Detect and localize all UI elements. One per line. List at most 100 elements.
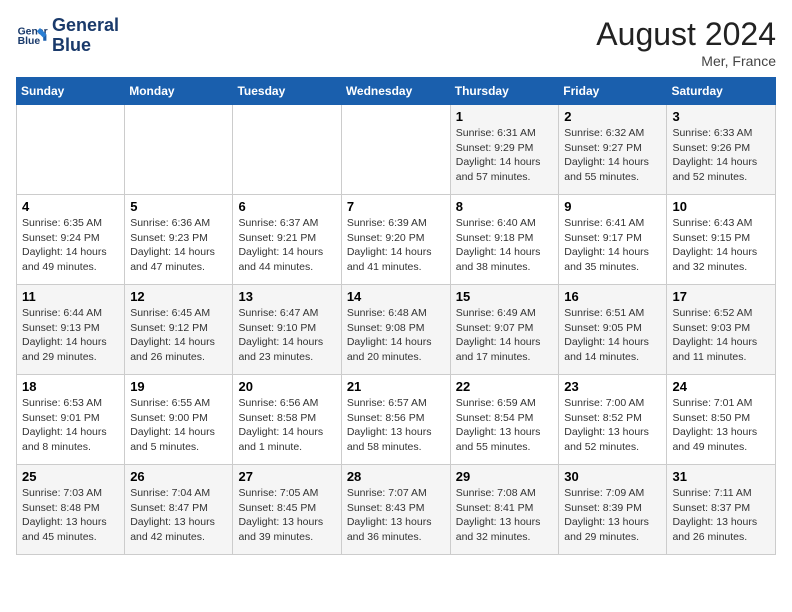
calendar-cell: 8 Sunrise: 6:40 AM Sunset: 9:18 PM Daylig… (450, 195, 559, 285)
day-detail: Sunrise: 6:32 AM Sunset: 9:27 PM Dayligh… (564, 126, 661, 185)
day-number: 14 (347, 289, 445, 304)
calendar-cell: 16 Sunrise: 6:51 AM Sunset: 9:05 PM Dayli… (559, 285, 667, 375)
day-detail: Sunrise: 6:43 AM Sunset: 9:15 PM Dayligh… (672, 216, 770, 275)
calendar-cell: 28 Sunrise: 7:07 AM Sunset: 8:43 PM Dayli… (341, 465, 450, 555)
day-number: 22 (456, 379, 554, 394)
calendar-cell: 1 Sunrise: 6:31 AM Sunset: 9:29 PM Daylig… (450, 105, 559, 195)
day-header-thursday: Thursday (450, 78, 559, 105)
calendar-cell: 29 Sunrise: 7:08 AM Sunset: 8:41 PM Dayli… (450, 465, 559, 555)
calendar-cell: 5 Sunrise: 6:36 AM Sunset: 9:23 PM Daylig… (125, 195, 233, 285)
day-header-saturday: Saturday (667, 78, 776, 105)
day-detail: Sunrise: 6:33 AM Sunset: 9:26 PM Dayligh… (672, 126, 770, 185)
calendar-cell: 19Sunrise: 6:55 AM Sunset: 9:00 PM Dayli… (125, 375, 233, 465)
day-header-wednesday: Wednesday (341, 78, 450, 105)
calendar-cell: 22 Sunrise: 6:59 AM Sunset: 8:54 PM Dayli… (450, 375, 559, 465)
day-header-row: SundayMondayTuesdayWednesdayThursdayFrid… (17, 78, 776, 105)
calendar-cell: 18Sunrise: 6:53 AM Sunset: 9:01 PM Dayli… (17, 375, 125, 465)
day-number: 27 (238, 469, 335, 484)
day-detail: Sunrise: 7:11 AM Sunset: 8:37 PM Dayligh… (672, 486, 770, 545)
day-detail: Sunrise: 6:44 AM Sunset: 9:13 PM Dayligh… (22, 306, 119, 365)
calendar-cell: 30 Sunrise: 7:09 AM Sunset: 8:39 PM Dayli… (559, 465, 667, 555)
day-detail: Sunrise: 7:05 AM Sunset: 8:45 PM Dayligh… (238, 486, 335, 545)
day-number: 21 (347, 379, 445, 394)
day-detail: Sunrise: 7:09 AM Sunset: 8:39 PM Dayligh… (564, 486, 661, 545)
day-number: 1 (456, 109, 554, 124)
day-detail: Sunrise: 7:00 AM Sunset: 8:52 PM Dayligh… (564, 396, 661, 455)
day-number: 16 (564, 289, 661, 304)
day-detail: Sunrise: 6:49 AM Sunset: 9:07 PM Dayligh… (456, 306, 554, 365)
month-year-title: August 2024 (596, 16, 776, 53)
calendar-cell: 6 Sunrise: 6:37 AM Sunset: 9:21 PM Daylig… (233, 195, 341, 285)
calendar-week-3: 11Sunrise: 6:44 AM Sunset: 9:13 PM Dayli… (17, 285, 776, 375)
day-detail: Sunrise: 6:40 AM Sunset: 9:18 PM Dayligh… (456, 216, 554, 275)
day-detail: Sunrise: 6:59 AM Sunset: 8:54 PM Dayligh… (456, 396, 554, 455)
calendar-cell (17, 105, 125, 195)
calendar-cell: 27 Sunrise: 7:05 AM Sunset: 8:45 PM Dayli… (233, 465, 341, 555)
day-detail: Sunrise: 6:55 AM Sunset: 9:00 PM Dayligh… (130, 396, 227, 455)
calendar-cell: 14 Sunrise: 6:48 AM Sunset: 9:08 PM Dayli… (341, 285, 450, 375)
location-subtitle: Mer, France (596, 53, 776, 69)
calendar-cell: 17Sunrise: 6:52 AM Sunset: 9:03 PM Dayli… (667, 285, 776, 375)
day-number: 17 (672, 289, 770, 304)
calendar-cell: 20Sunrise: 6:56 AM Sunset: 8:58 PM Dayli… (233, 375, 341, 465)
calendar-cell: 24 Sunrise: 7:01 AM Sunset: 8:50 PM Dayli… (667, 375, 776, 465)
day-detail: Sunrise: 7:07 AM Sunset: 8:43 PM Dayligh… (347, 486, 445, 545)
day-detail: Sunrise: 6:48 AM Sunset: 9:08 PM Dayligh… (347, 306, 445, 365)
day-number: 26 (130, 469, 227, 484)
calendar-cell: 26 Sunrise: 7:04 AM Sunset: 8:47 PM Dayli… (125, 465, 233, 555)
calendar-week-1: 1 Sunrise: 6:31 AM Sunset: 9:29 PM Daylig… (17, 105, 776, 195)
day-number: 4 (22, 199, 119, 214)
day-detail: Sunrise: 6:31 AM Sunset: 9:29 PM Dayligh… (456, 126, 554, 185)
day-detail: Sunrise: 6:39 AM Sunset: 9:20 PM Dayligh… (347, 216, 445, 275)
calendar-cell: 12 Sunrise: 6:45 AM Sunset: 9:12 PM Dayli… (125, 285, 233, 375)
day-detail: Sunrise: 6:45 AM Sunset: 9:12 PM Dayligh… (130, 306, 227, 365)
calendar-cell (233, 105, 341, 195)
day-detail: Sunrise: 6:36 AM Sunset: 9:23 PM Dayligh… (130, 216, 227, 275)
day-header-monday: Monday (125, 78, 233, 105)
day-number: 20 (238, 379, 335, 394)
logo-text: General Blue (52, 16, 119, 56)
day-number: 7 (347, 199, 445, 214)
day-detail: Sunrise: 6:47 AM Sunset: 9:10 PM Dayligh… (238, 306, 335, 365)
calendar-cell: 2 Sunrise: 6:32 AM Sunset: 9:27 PM Daylig… (559, 105, 667, 195)
calendar-cell: 3Sunrise: 6:33 AM Sunset: 9:26 PM Daylig… (667, 105, 776, 195)
day-number: 28 (347, 469, 445, 484)
day-number: 12 (130, 289, 227, 304)
day-detail: Sunrise: 7:01 AM Sunset: 8:50 PM Dayligh… (672, 396, 770, 455)
day-detail: Sunrise: 6:35 AM Sunset: 9:24 PM Dayligh… (22, 216, 119, 275)
day-number: 25 (22, 469, 119, 484)
calendar-week-4: 18Sunrise: 6:53 AM Sunset: 9:01 PM Dayli… (17, 375, 776, 465)
logo-icon: General Blue (16, 20, 48, 52)
calendar-week-5: 25 Sunrise: 7:03 AM Sunset: 8:48 PM Dayli… (17, 465, 776, 555)
day-number: 6 (238, 199, 335, 214)
day-header-sunday: Sunday (17, 78, 125, 105)
svg-text:Blue: Blue (18, 36, 41, 47)
day-number: 30 (564, 469, 661, 484)
calendar-table: SundayMondayTuesdayWednesdayThursdayFrid… (16, 77, 776, 555)
day-detail: Sunrise: 7:04 AM Sunset: 8:47 PM Dayligh… (130, 486, 227, 545)
logo: General Blue General Blue (16, 16, 119, 56)
calendar-cell: 25 Sunrise: 7:03 AM Sunset: 8:48 PM Dayli… (17, 465, 125, 555)
day-number: 5 (130, 199, 227, 214)
day-number: 13 (238, 289, 335, 304)
day-detail: Sunrise: 6:37 AM Sunset: 9:21 PM Dayligh… (238, 216, 335, 275)
day-detail: Sunrise: 7:08 AM Sunset: 8:41 PM Dayligh… (456, 486, 554, 545)
calendar-cell: 23Sunrise: 7:00 AM Sunset: 8:52 PM Dayli… (559, 375, 667, 465)
calendar-cell: 31Sunrise: 7:11 AM Sunset: 8:37 PM Dayli… (667, 465, 776, 555)
calendar-week-2: 4 Sunrise: 6:35 AM Sunset: 9:24 PM Daylig… (17, 195, 776, 285)
day-detail: Sunrise: 6:57 AM Sunset: 8:56 PM Dayligh… (347, 396, 445, 455)
day-number: 8 (456, 199, 554, 214)
calendar-cell: 11Sunrise: 6:44 AM Sunset: 9:13 PM Dayli… (17, 285, 125, 375)
day-number: 24 (672, 379, 770, 394)
day-number: 10 (672, 199, 770, 214)
calendar-cell: 7 Sunrise: 6:39 AM Sunset: 9:20 PM Daylig… (341, 195, 450, 285)
day-number: 15 (456, 289, 554, 304)
day-detail: Sunrise: 7:03 AM Sunset: 8:48 PM Dayligh… (22, 486, 119, 545)
calendar-cell: 21 Sunrise: 6:57 AM Sunset: 8:56 PM Dayli… (341, 375, 450, 465)
day-number: 2 (564, 109, 661, 124)
day-detail: Sunrise: 6:51 AM Sunset: 9:05 PM Dayligh… (564, 306, 661, 365)
day-number: 18 (22, 379, 119, 394)
calendar-cell: 15 Sunrise: 6:49 AM Sunset: 9:07 PM Dayli… (450, 285, 559, 375)
calendar-cell: 4 Sunrise: 6:35 AM Sunset: 9:24 PM Daylig… (17, 195, 125, 285)
day-number: 29 (456, 469, 554, 484)
